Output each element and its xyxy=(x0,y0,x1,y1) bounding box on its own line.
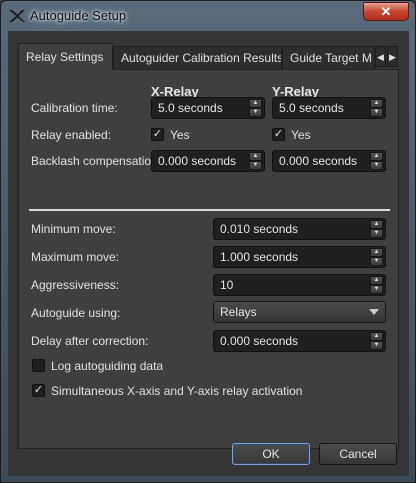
aggressiveness-label: Aggressiveness: xyxy=(31,278,120,292)
calibration-x-spinbox[interactable]: 5.0 seconds ▲ ▼ xyxy=(151,97,265,119)
section-separator xyxy=(29,209,390,211)
calibration-time-label: Calibration time: xyxy=(31,101,118,115)
log-autoguiding-checkbox[interactable] xyxy=(32,359,45,372)
spin-down-icon[interactable]: ▼ xyxy=(370,108,383,117)
relay-settings-panel: X-Relay Y-Relay Calibration time: 5.0 se… xyxy=(18,69,399,449)
maximum-move-spinbox[interactable]: 1.000 seconds ▲ ▼ xyxy=(213,246,386,268)
backlash-y-spinbox[interactable]: 0.000 seconds ▲ ▼ xyxy=(272,150,386,172)
close-icon: ✕ xyxy=(380,4,392,19)
minimum-move-label: Minimum move: xyxy=(31,222,116,236)
spin-up-icon[interactable]: ▲ xyxy=(370,276,383,285)
spin-up-icon[interactable]: ▲ xyxy=(370,332,383,341)
autoguide-using-label: Autoguide using: xyxy=(31,306,121,320)
spin-up-icon[interactable]: ▲ xyxy=(370,220,383,229)
relay-enabled-y-checkbox[interactable]: ✓ xyxy=(272,128,285,141)
delay-after-correction-label: Delay after correction: xyxy=(31,334,149,348)
spin-up-icon[interactable]: ▲ xyxy=(370,152,383,161)
spin-up-icon[interactable]: ▲ xyxy=(249,99,262,108)
title-bar[interactable]: Autoguide Setup ✕ xyxy=(1,1,415,31)
tab-scroll-left-button[interactable]: ◀ xyxy=(375,46,386,67)
tab-bar: Relay Settings Autoguider Calibration Re… xyxy=(18,43,399,70)
spin-down-icon[interactable]: ▼ xyxy=(249,161,262,170)
triangle-left-icon: ◀ xyxy=(377,52,384,62)
tab-relay-settings[interactable]: Relay Settings xyxy=(18,43,113,70)
simultaneous-relay-label: Simultaneous X-axis and Y-axis relay act… xyxy=(51,384,303,398)
backlash-compensation-label: Backlash compensation: xyxy=(31,154,162,168)
relay-enabled-x-checkbox[interactable]: ✓ xyxy=(151,128,164,141)
spin-down-icon[interactable]: ▼ xyxy=(370,229,383,238)
relay-enabled-label: Relay enabled: xyxy=(31,128,112,142)
x-logo-icon xyxy=(9,10,25,22)
tab-guide-target[interactable]: Guide Target M xyxy=(282,46,375,69)
chevron-down-icon xyxy=(369,309,379,315)
spin-up-icon[interactable]: ▲ xyxy=(249,152,262,161)
maximum-move-label: Maximum move: xyxy=(31,250,120,264)
tab-scroll-right-button[interactable]: ▶ xyxy=(387,46,398,67)
tab-autoguider-calibration-results[interactable]: Autoguider Calibration Results xyxy=(113,46,282,69)
relay-enabled-y-text: Yes xyxy=(291,128,311,142)
relay-enabled-x-text: Yes xyxy=(170,128,190,142)
cancel-button[interactable]: Cancel xyxy=(319,443,397,465)
close-button[interactable]: ✕ xyxy=(363,2,409,21)
window-title: Autoguide Setup xyxy=(30,8,127,23)
dialog-client-area: Relay Settings Autoguider Calibration Re… xyxy=(8,31,409,476)
spin-down-icon[interactable]: ▼ xyxy=(249,108,262,117)
calibration-y-spinbox[interactable]: 5.0 seconds ▲ ▼ xyxy=(272,97,386,119)
backlash-x-spinbox[interactable]: 0.000 seconds ▲ ▼ xyxy=(151,150,265,172)
autoguide-setup-window: Autoguide Setup ✕ Relay Settings Autogui… xyxy=(0,0,416,483)
minimum-move-spinbox[interactable]: 0.010 seconds ▲ ▼ xyxy=(213,218,386,240)
triangle-right-icon: ▶ xyxy=(389,52,396,62)
ok-button[interactable]: OK xyxy=(232,443,310,465)
spin-down-icon[interactable]: ▼ xyxy=(370,341,383,350)
autoguide-using-dropdown[interactable]: Relays xyxy=(213,301,386,323)
spin-down-icon[interactable]: ▼ xyxy=(370,285,383,294)
spin-down-icon[interactable]: ▼ xyxy=(370,161,383,170)
spin-up-icon[interactable]: ▲ xyxy=(370,248,383,257)
delay-after-correction-spinbox[interactable]: 0.000 seconds ▲ ▼ xyxy=(213,330,386,352)
simultaneous-relay-checkbox[interactable]: ✓ xyxy=(32,384,45,397)
log-autoguiding-label: Log autoguiding data xyxy=(51,359,164,373)
spin-up-icon[interactable]: ▲ xyxy=(370,99,383,108)
spin-down-icon[interactable]: ▼ xyxy=(370,257,383,266)
aggressiveness-spinbox[interactable]: 10 ▲ ▼ xyxy=(213,274,386,296)
